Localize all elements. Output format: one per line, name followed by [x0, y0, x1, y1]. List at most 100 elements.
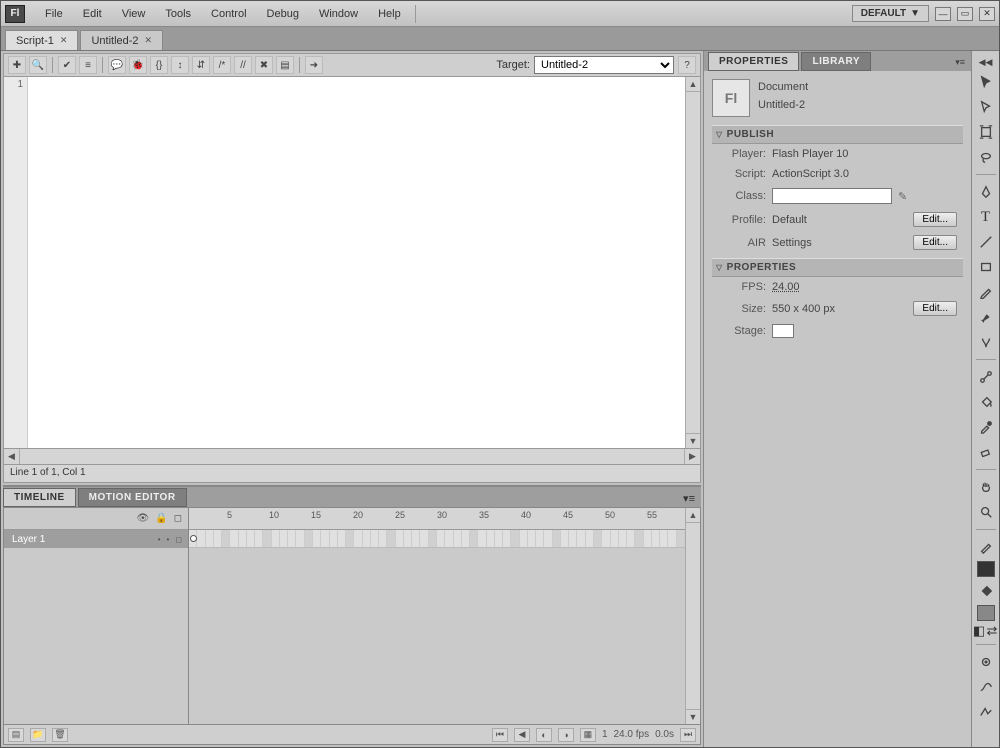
layer-visible-dot[interactable]: •: [158, 535, 161, 544]
scroll-down-icon[interactable]: ▼: [686, 709, 700, 724]
help-icon[interactable]: ?: [678, 56, 696, 74]
stroke-color-swatch[interactable]: [977, 561, 995, 577]
frame-ruler[interactable]: 5 10 15 20 25 30 35 40 45 50 55 6: [189, 508, 685, 530]
frame-cell[interactable]: [255, 530, 263, 547]
pencil-tool-icon[interactable]: [975, 281, 997, 303]
frame-cell[interactable]: [272, 530, 280, 547]
frame-cell[interactable]: [611, 530, 619, 547]
onion-skin-outlines-icon[interactable]: ◑: [558, 728, 574, 742]
edit-air-button[interactable]: Edit...: [913, 235, 957, 250]
outline-icon[interactable]: ◻: [174, 513, 182, 524]
fill-color-icon[interactable]: [975, 580, 997, 602]
add-script-icon[interactable]: ✚: [8, 56, 26, 74]
selection-tool-icon[interactable]: [975, 71, 997, 93]
eye-icon[interactable]: 👁: [137, 513, 150, 524]
collapse-between-braces-icon[interactable]: {}: [150, 56, 168, 74]
menu-control[interactable]: Control: [201, 5, 256, 23]
tab-library[interactable]: LIBRARY: [801, 52, 871, 71]
timeline-vertical-scrollbar[interactable]: ▲ ▼: [685, 508, 700, 724]
frame-cell[interactable]: [239, 530, 247, 547]
frame-cell[interactable]: [412, 530, 420, 547]
frame-cell[interactable]: [677, 530, 685, 547]
menu-edit[interactable]: Edit: [73, 5, 112, 23]
frame-cell[interactable]: [594, 530, 602, 547]
scroll-left-icon[interactable]: ◀: [4, 449, 20, 464]
show-code-hint-icon[interactable]: 💬: [108, 56, 126, 74]
new-layer-icon[interactable]: ▤: [8, 728, 24, 742]
frame-cell[interactable]: [635, 530, 643, 547]
frame-cell[interactable]: [206, 530, 214, 547]
bone-tool-icon[interactable]: [975, 366, 997, 388]
layer-row[interactable]: Layer 1 • • ◻: [4, 530, 188, 548]
snap-to-objects-icon[interactable]: [975, 651, 997, 673]
eyedropper-tool-icon[interactable]: [975, 416, 997, 438]
check-syntax-icon[interactable]: ✔: [58, 56, 76, 74]
paint-bucket-tool-icon[interactable]: [975, 391, 997, 413]
frame-cell[interactable]: [371, 530, 379, 547]
menu-help[interactable]: Help: [368, 5, 411, 23]
script-assist-icon[interactable]: ➜: [305, 56, 323, 74]
rectangle-tool-icon[interactable]: [975, 256, 997, 278]
scroll-up-icon[interactable]: ▲: [686, 508, 700, 523]
tab-properties[interactable]: PROPERTIES: [708, 52, 799, 71]
doc-tab-script1[interactable]: Script-1 ✕: [5, 30, 78, 50]
doc-tab-untitled2[interactable]: Untitled-2 ✕: [80, 30, 163, 50]
edit-size-button[interactable]: Edit...: [913, 301, 957, 316]
delete-layer-icon[interactable]: 🗑: [52, 728, 68, 742]
swap-colors-icon[interactable]: ⇄: [987, 624, 998, 638]
frame-cell[interactable]: [520, 530, 528, 547]
apply-line-comment-icon[interactable]: //: [234, 56, 252, 74]
new-folder-icon[interactable]: 📁: [30, 728, 46, 742]
apply-block-comment-icon[interactable]: /*: [213, 56, 231, 74]
frame-cell[interactable]: [396, 530, 404, 547]
frame-cell[interactable]: [668, 530, 676, 547]
frame-cell[interactable]: [230, 530, 238, 547]
panel-menu-icon[interactable]: ▾≡: [949, 54, 971, 71]
frame-cell[interactable]: [577, 530, 585, 547]
frame-cell[interactable]: [495, 530, 503, 547]
frame-cell[interactable]: [462, 530, 470, 547]
frame-cell[interactable]: [536, 530, 544, 547]
fps-value[interactable]: 24.00: [772, 281, 800, 293]
target-select[interactable]: Untitled-2: [534, 56, 674, 74]
frame-cell[interactable]: [544, 530, 552, 547]
frame-cell[interactable]: [363, 530, 371, 547]
menu-view[interactable]: View: [112, 5, 156, 23]
section-properties-header[interactable]: ▽ PROPERTIES: [712, 258, 963, 277]
frame-cell[interactable]: [197, 530, 205, 547]
frame-cell[interactable]: [561, 530, 569, 547]
layer-lock-dot[interactable]: •: [167, 535, 170, 544]
frame-cell[interactable]: [379, 530, 387, 547]
goto-last-frame-icon[interactable]: ⏭: [680, 728, 696, 742]
frame-cell[interactable]: [660, 530, 668, 547]
eraser-tool-icon[interactable]: [975, 441, 997, 463]
remove-comment-icon[interactable]: ✖: [255, 56, 273, 74]
frame-cell[interactable]: [305, 530, 313, 547]
menu-tools[interactable]: Tools: [155, 5, 201, 23]
frame-cell[interactable]: [470, 530, 478, 547]
frame-cell[interactable]: [214, 530, 222, 547]
frame-cell[interactable]: [338, 530, 346, 547]
menu-window[interactable]: Window: [309, 5, 368, 23]
tab-motion-editor[interactable]: MOTION EDITOR: [78, 488, 187, 507]
fill-color-swatch[interactable]: [977, 605, 995, 621]
zoom-tool-icon[interactable]: [975, 501, 997, 523]
deco-tool-icon[interactable]: [975, 331, 997, 353]
pen-tool-icon[interactable]: [975, 181, 997, 203]
frame-cell[interactable]: [296, 530, 304, 547]
find-icon[interactable]: 🔍: [29, 56, 47, 74]
workspace-switcher[interactable]: DEFAULT ▼: [852, 5, 929, 22]
subselection-tool-icon[interactable]: [975, 96, 997, 118]
collapse-tools-icon[interactable]: ◀◀: [979, 57, 993, 68]
section-publish-header[interactable]: ▽ PUBLISH: [712, 125, 963, 144]
vertical-scrollbar[interactable]: ▲ ▼: [685, 77, 700, 448]
close-icon[interactable]: ✕: [145, 35, 153, 46]
smooth-icon[interactable]: [975, 676, 997, 698]
frame-cell[interactable]: [627, 530, 635, 547]
frame-cell[interactable]: [586, 530, 594, 547]
frame-cell[interactable]: [652, 530, 660, 547]
code-textarea[interactable]: [28, 77, 685, 448]
brush-tool-icon[interactable]: [975, 306, 997, 328]
text-tool-icon[interactable]: T: [975, 206, 997, 228]
goto-first-frame-icon[interactable]: ⏮: [492, 728, 508, 742]
